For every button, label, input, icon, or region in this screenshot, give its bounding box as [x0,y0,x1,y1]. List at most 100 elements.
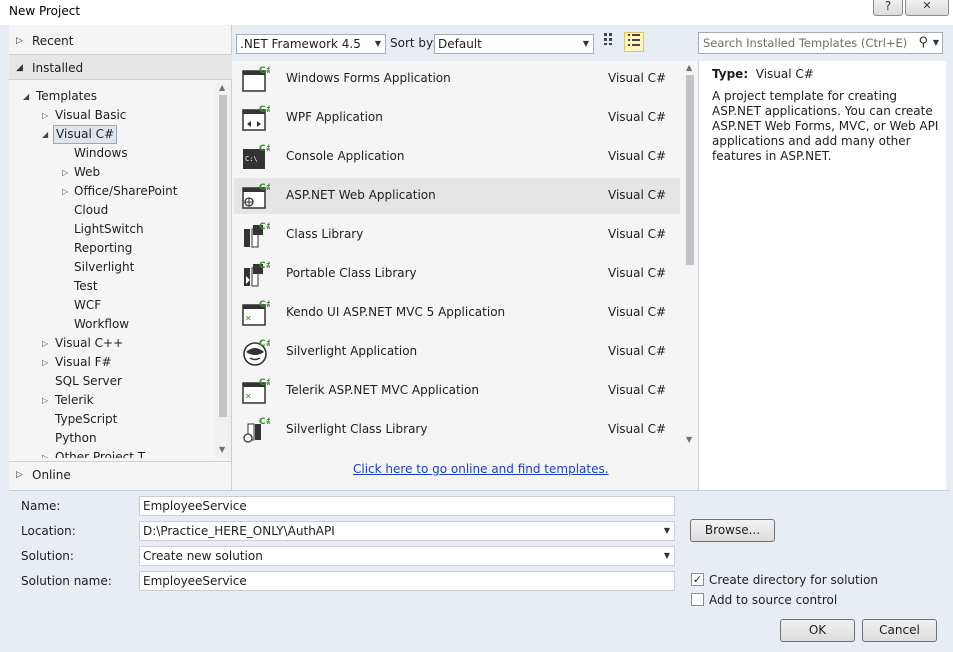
expand-arrow-icon[interactable]: ▷ [42,334,48,353]
tree-label: Workflow [74,317,130,331]
title-bar: New Project ? ✕ [0,0,953,25]
type-label: Type: [712,67,749,81]
tree-label: Visual F# [55,355,112,369]
collapse-arrow-icon[interactable]: ◢ [42,125,48,144]
type-value: Visual C# [755,67,814,81]
template-list-scrollbar[interactable]: ▲ ▼ [682,61,698,453]
find-online-templates-link[interactable]: Click here to go online and find templat… [353,462,609,476]
template-list: C# Windows Forms Application Visual C# C… [232,61,682,453]
tree-label: Telerik [55,393,94,407]
template-language: Visual C# [608,188,667,202]
tree-label: Windows [74,146,128,160]
help-button[interactable]: ? [873,0,903,16]
expand-arrow-icon[interactable]: ▷ [16,462,23,488]
template-row-console[interactable]: C:\ C# Console Application Visual C# [234,139,680,175]
tree-label: Python [55,431,97,445]
location-field[interactable]: D:\Practice_HERE_ONLY\AuthAPI ▼ [139,521,675,541]
create-directory-checkbox[interactable]: ✓ [691,573,704,586]
nav-installed[interactable]: ◢ Installed [9,54,232,80]
template-tree: ◢ Templates ▷ Visual Basic ◢ Visual C# W… [9,83,215,458]
template-row-silverlight-library[interactable]: C# Silverlight Class Library Visual C# [234,412,680,448]
template-row-silverlight[interactable]: C# Silverlight Application Visual C# [234,334,680,370]
tree-label: Reporting [74,241,133,255]
aspnet-icon: C# [242,183,270,209]
project-settings-form: Name: EmployeeService Location: D:\Pract… [9,490,949,650]
solution-name-label: Solution name: [21,574,112,588]
chevron-down-icon[interactable]: ▼ [664,522,670,540]
winforms-icon: C# [242,66,270,92]
expand-arrow-icon[interactable]: ▷ [16,28,23,54]
template-row-wpf[interactable]: C# WPF Application Visual C# [234,100,680,136]
scroll-down-icon[interactable]: ▼ [219,445,225,454]
scroll-up-icon[interactable]: ▲ [219,83,225,92]
template-row-winforms[interactable]: C# Windows Forms Application Visual C# [234,61,680,97]
expand-arrow-icon[interactable]: ▷ [42,448,48,458]
grid-icon [604,33,612,45]
tree-scrollbar[interactable]: ▲ ▼ [215,83,231,458]
tree-label: Cloud [74,203,109,217]
scroll-up-icon[interactable]: ▲ [686,63,692,72]
tree-label: Web [74,165,101,179]
tree-label: Visual Basic [55,108,127,122]
svg-text:C#: C# [259,339,270,349]
solution-dropdown[interactable]: Create new solution ▼ [139,546,675,566]
template-name: Class Library [286,227,364,241]
template-language: Visual C# [608,305,667,319]
small-icons-view-button[interactable] [600,32,620,52]
nav-installed-label: Installed [32,61,84,75]
search-templates-input[interactable]: Search Installed Templates (Ctrl+E) ⚲ ▼ [698,32,943,54]
online-link-area: Click here to go online and find templat… [232,453,698,490]
template-name: Silverlight Application [286,344,418,358]
svg-text:C:\: C:\ [245,155,258,163]
sort-dropdown[interactable]: Default ▼ [434,34,594,54]
template-type: Type: Visual C# [712,67,814,81]
close-button[interactable]: ✕ [905,0,949,16]
cancel-button[interactable]: Cancel [862,619,937,642]
list-view-button[interactable] [624,32,644,52]
console-icon: C:\ C# [243,144,270,169]
expand-arrow-icon[interactable]: ▷ [42,106,48,125]
browse-button[interactable]: Browse... [690,519,775,542]
template-name: Windows Forms Application [286,71,451,85]
kendo-icon: ✕ C# [242,300,270,326]
template-row-aspnet[interactable]: C# ASP.NET Web Application Visual C# [234,178,680,214]
scroll-thumb[interactable] [686,75,694,265]
svg-text:C#: C# [259,144,270,154]
template-row-telerik-mvc[interactable]: ✕ C# Telerik ASP.NET MVC Application Vis… [234,373,680,409]
search-icon[interactable]: ⚲ [918,33,928,53]
expand-arrow-icon[interactable]: ▷ [62,163,68,182]
svg-text:C#: C# [259,183,270,193]
source-control-checkbox[interactable] [691,593,704,606]
framework-value: .NET Framework 4.5 [240,37,361,51]
expand-arrow-icon[interactable]: ▷ [42,391,48,410]
template-name: Console Application [286,149,405,163]
collapse-arrow-icon[interactable]: ◢ [16,55,23,81]
scroll-thumb[interactable] [219,95,227,417]
template-language: Visual C# [608,71,667,85]
template-name: Silverlight Class Library [286,422,428,436]
framework-dropdown[interactable]: .NET Framework 4.5 ▼ [236,34,386,54]
project-name-field[interactable]: EmployeeService [139,496,675,516]
tree-label: Visual C++ [55,336,124,350]
name-label: Name: [21,499,61,513]
solution-name-field[interactable]: EmployeeService [139,571,675,591]
chevron-down-icon[interactable]: ▼ [933,33,939,53]
telerik-mvc-icon: ✕ C# [242,378,270,404]
nav-online-label: Online [32,468,71,482]
expand-arrow-icon[interactable]: ▷ [42,353,48,372]
template-name: ASP.NET Web Application [286,188,436,202]
template-row-kendo[interactable]: ✕ C# Kendo UI ASP.NET MVC 5 Application … [234,295,680,331]
svg-text:C#: C# [259,66,270,76]
template-language: Visual C# [608,422,667,436]
svg-text:C#: C# [259,261,270,271]
expand-arrow-icon[interactable]: ▷ [62,182,68,201]
nav-online[interactable]: ▷ Online [9,461,232,487]
svg-text:C#: C# [259,222,270,232]
scroll-down-icon[interactable]: ▼ [686,435,692,444]
nav-recent[interactable]: ▷ Recent [9,28,232,54]
ok-button[interactable]: OK [780,619,855,642]
template-row-portable-library[interactable]: C# Portable Class Library Visual C# [234,256,680,292]
chevron-down-icon[interactable]: ▼ [664,547,670,565]
collapse-arrow-icon[interactable]: ◢ [23,87,29,106]
template-row-class-library[interactable]: C# Class Library Visual C# [234,217,680,253]
